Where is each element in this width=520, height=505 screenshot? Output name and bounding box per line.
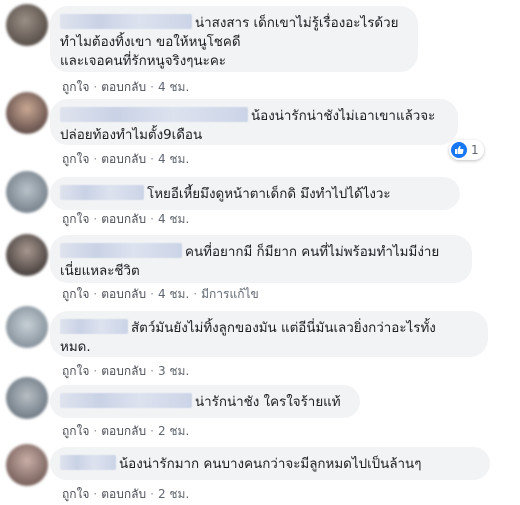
timestamp[interactable]: 2 ชม. bbox=[158, 487, 189, 501]
timestamp[interactable]: 3 ชม. bbox=[158, 364, 189, 378]
comment-actions: ถูกใจ · ตอบกลับ · 4 ชม. · มีการแก้ไข bbox=[62, 287, 259, 301]
edited-label[interactable]: มีการแก้ไข bbox=[201, 287, 259, 301]
commenter-name-redacted[interactable] bbox=[60, 14, 192, 29]
reply-link[interactable]: ตอบกลับ bbox=[101, 424, 146, 438]
comment-actions: ถูกใจ · ตอบกลับ · 3 ชม. bbox=[62, 364, 190, 378]
reply-link[interactable]: ตอบกลับ bbox=[101, 487, 146, 501]
comment-text: โหยอีเหี้ยมึงดูหน้าตาเด็กดิ มึงทำไปได้ไง… bbox=[147, 187, 391, 202]
thumbs-up-icon bbox=[451, 142, 467, 158]
avatar[interactable] bbox=[6, 234, 48, 276]
avatar[interactable] bbox=[6, 171, 48, 213]
like-link[interactable]: ถูกใจ bbox=[62, 287, 89, 301]
comment-bubble: โหยอีเหี้ยมึงดูหน้าตาเด็กดิ มึงทำไปได้ไง… bbox=[50, 177, 460, 210]
reaction-number: 1 bbox=[471, 143, 479, 157]
comment-actions: ถูกใจ · ตอบกลับ · 2 ชม. bbox=[62, 487, 190, 501]
comment-text: น่ารักน่าชัง ใครใจร้ายแท้ bbox=[195, 395, 341, 410]
commenter-name-redacted[interactable] bbox=[60, 393, 192, 408]
like-link[interactable]: ถูกใจ bbox=[62, 152, 89, 166]
comment-bubble: คนที่อยากมี ก็มียาก คนที่ไม่พร้อมทำไมมีง… bbox=[50, 235, 472, 283]
reply-link[interactable]: ตอบกลับ bbox=[101, 364, 146, 378]
like-link[interactable]: ถูกใจ bbox=[62, 487, 89, 501]
like-link[interactable]: ถูกใจ bbox=[62, 212, 89, 226]
comment-bubble: น่าสงสาร เด็กเขาไม่รู้เรื่องอะไรด้วย ทำไ… bbox=[50, 6, 418, 72]
comment-actions: ถูกใจ · ตอบกลับ · 4 ชม. bbox=[62, 152, 190, 166]
avatar[interactable] bbox=[6, 92, 48, 134]
avatar[interactable] bbox=[6, 4, 48, 46]
like-link[interactable]: ถูกใจ bbox=[62, 80, 89, 94]
comment-bubble: น้องน่ารักน่าชังไม่เอาเขาแล้วจะ ปล่อยท้อ… bbox=[50, 99, 458, 145]
comment-bubble: น้องน่ารักมาก คนบางคนกว่าจะมีลูกหมดไปเป็… bbox=[50, 447, 490, 480]
comment-text: น้องน่ารักมาก คนบางคนกว่าจะมีลูกหมดไปเป็… bbox=[119, 457, 422, 472]
avatar[interactable] bbox=[6, 377, 48, 419]
timestamp[interactable]: 4 ชม. bbox=[158, 80, 189, 94]
timestamp[interactable]: 2 ชม. bbox=[158, 424, 189, 438]
reply-link[interactable]: ตอบกลับ bbox=[101, 287, 146, 301]
comment-actions: ถูกใจ · ตอบกลับ · 4 ชม. bbox=[62, 212, 190, 226]
commenter-name-redacted[interactable] bbox=[60, 243, 182, 258]
avatar[interactable] bbox=[6, 306, 48, 348]
reply-link[interactable]: ตอบกลับ bbox=[101, 152, 146, 166]
like-link[interactable]: ถูกใจ bbox=[62, 364, 89, 378]
reply-link[interactable]: ตอบกลับ bbox=[101, 80, 146, 94]
commenter-name-redacted[interactable] bbox=[60, 107, 248, 122]
reaction-count[interactable]: 1 bbox=[449, 140, 484, 160]
timestamp[interactable]: 4 ชม. bbox=[158, 287, 189, 301]
commenter-name-redacted[interactable] bbox=[60, 455, 116, 470]
comment-actions: ถูกใจ · ตอบกลับ · 2 ชม. bbox=[62, 424, 190, 438]
avatar[interactable] bbox=[6, 444, 48, 486]
comment-bubble: น่ารักน่าชัง ใครใจร้ายแท้ bbox=[50, 385, 360, 418]
timestamp[interactable]: 4 ชม. bbox=[158, 212, 189, 226]
commenter-name-redacted[interactable] bbox=[60, 319, 128, 334]
comment-actions: ถูกใจ · ตอบกลับ · 4 ชม. bbox=[62, 80, 190, 94]
like-link[interactable]: ถูกใจ bbox=[62, 424, 89, 438]
timestamp[interactable]: 4 ชม. bbox=[158, 152, 189, 166]
commenter-name-redacted[interactable] bbox=[60, 185, 144, 200]
reply-link[interactable]: ตอบกลับ bbox=[101, 212, 146, 226]
comment-bubble: สัตว์มันยังไม่ทิ้งลูกของมัน แต่อีนี่มันเ… bbox=[50, 311, 488, 357]
